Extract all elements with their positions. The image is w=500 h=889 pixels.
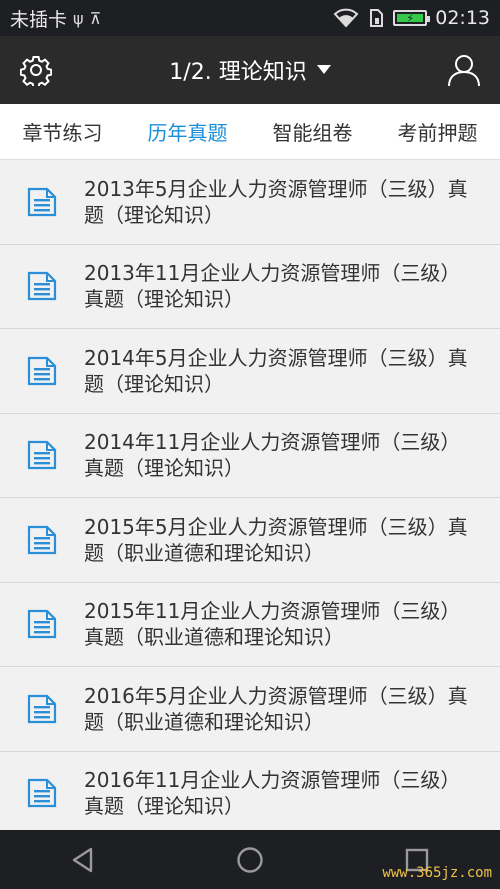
list-item[interactable]: 2014年5月企业人力资源管理师（三级）真题（理论知识） (0, 329, 500, 414)
triangle-back-icon (73, 847, 93, 872)
document-icon (27, 356, 57, 385)
tab-smart-paper[interactable]: 智能组卷 (267, 117, 359, 146)
paper-title: 2014年11月企业人力资源管理师（三级）真题（理论知识） (84, 430, 461, 481)
tab-past-papers[interactable]: 历年真题 (142, 117, 234, 146)
list-item[interactable]: 2014年11月企业人力资源管理师（三级）真题（理论知识） (0, 413, 500, 498)
android-debug-icon: ⊼ (89, 8, 102, 28)
paper-list: 2013年5月企业人力资源管理师（三级）真题（理论知识） 2013年11月企业人… (0, 160, 500, 830)
home-button[interactable] (232, 842, 268, 878)
document-icon (27, 441, 57, 470)
list-item[interactable]: 2013年11月企业人力资源管理师（三级）真题（理论知识） (0, 244, 500, 329)
tab-predicted-questions[interactable]: 考前押题 (392, 117, 484, 146)
paper-title: 2013年11月企业人力资源管理师（三级）真题（理论知识） (84, 261, 461, 312)
app-bar: 1/2. 理论知识 (0, 36, 500, 104)
paper-title: 2013年5月企业人力资源管理师（三级）真题（理论知识） (84, 176, 468, 227)
settings-button[interactable] (18, 52, 54, 88)
paper-title: 2015年11月企业人力资源管理师（三级）真题（职业道德和理论知识） (84, 599, 461, 650)
document-icon (27, 187, 57, 216)
paper-title: 2014年5月企业人力资源管理师（三级）真题（理论知识） (84, 345, 468, 396)
list-item[interactable]: 2016年11月企业人力资源管理师（三级）真题（理论知识） (0, 751, 500, 830)
caret-down-icon (316, 65, 331, 74)
circle-home-icon (237, 846, 263, 873)
watermark: www.365jz.com (382, 865, 492, 881)
usb-icon: ψ (73, 8, 84, 28)
page-title: 1/2. 理论知识 (169, 60, 307, 85)
subject-dropdown[interactable]: 1/2. 理论知识 (169, 54, 331, 86)
paper-title: 2016年11月企业人力资源管理师（三级）真题（理论知识） (84, 768, 461, 819)
carrier-text: 未插卡 (10, 8, 68, 31)
category-tabs: 章节练习 历年真题 智能组卷 考前押题 (0, 104, 500, 160)
status-left: 未插卡 ψ ⊼ (10, 5, 333, 32)
list-item[interactable]: 2016年5月企业人力资源管理师（三级）真题（职业道德和理论知识） (0, 667, 500, 752)
paper-title: 2015年5月企业人力资源管理师（三级）真题（职业道德和理论知识） (84, 514, 468, 565)
paper-title: 2016年5月企业人力资源管理师（三级）真题（职业道德和理论知识） (84, 683, 468, 734)
user-icon (448, 55, 480, 87)
clock: 02:13 (435, 7, 490, 29)
tab-chapter-practice[interactable]: 章节练习 (17, 117, 109, 146)
wifi-icon (333, 8, 359, 28)
battery-icon: ⚡ (393, 10, 431, 26)
status-bar: 未插卡 ψ ⊼ ⚡ 02:13 (0, 0, 500, 36)
list-item[interactable]: 2013年5月企业人力资源管理师（三级）真题（理论知识） (0, 160, 500, 245)
document-icon (27, 610, 57, 639)
document-icon (27, 525, 57, 554)
document-icon (27, 779, 57, 808)
list-item[interactable]: 2015年5月企业人力资源管理师（三级）真题（职业道德和理论知识） (0, 498, 500, 583)
gear-icon (20, 56, 52, 86)
document-icon (27, 694, 57, 723)
sim-icon (370, 9, 384, 27)
account-button[interactable] (446, 52, 482, 88)
list-item[interactable]: 2015年11月企业人力资源管理师（三级）真题（职业道德和理论知识） (0, 582, 500, 667)
back-button[interactable] (65, 842, 101, 878)
document-icon (27, 272, 57, 301)
status-right: ⚡ 02:13 (333, 7, 490, 29)
